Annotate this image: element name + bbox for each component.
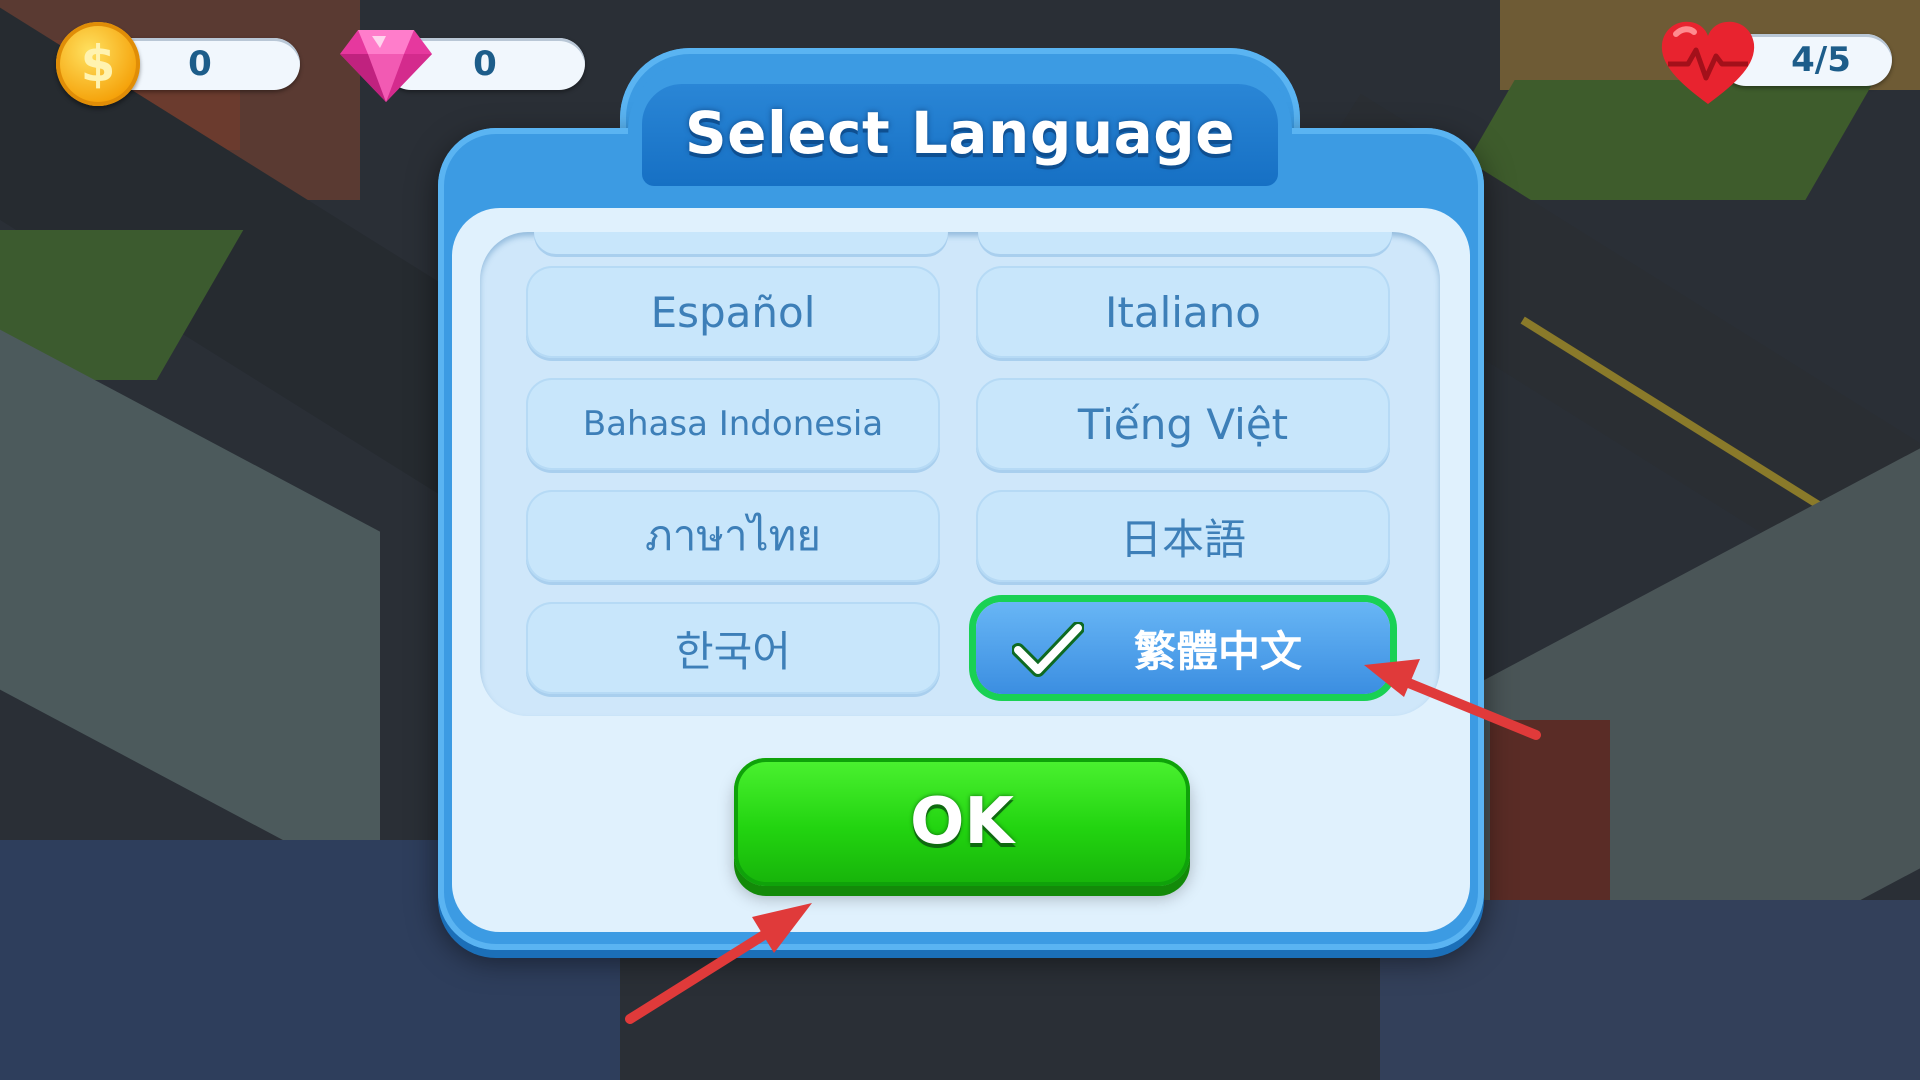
language-option-italiano[interactable]: Italiano (976, 266, 1390, 358)
language-label: 日本語 (1119, 514, 1246, 564)
language-option-korean[interactable]: 한국어 (526, 602, 940, 694)
gem-count: 0 (473, 44, 497, 84)
heart-icon (1661, 21, 1755, 105)
lives-count: 4/5 (1791, 40, 1851, 80)
ok-button[interactable]: OK (734, 758, 1190, 886)
stairs (1490, 720, 1610, 900)
ok-button-label: OK (910, 785, 1014, 859)
language-option-partial[interactable] (978, 232, 1392, 254)
coin-icon: $ (56, 22, 140, 106)
coin-count: 0 (188, 44, 212, 84)
language-list[interactable]: Español Italiano Bahasa Indonesia Tiếng … (480, 232, 1440, 716)
language-label: Español (650, 287, 816, 337)
language-option-bahasa-indonesia[interactable]: Bahasa Indonesia (526, 378, 940, 470)
language-label: Italiano (1105, 287, 1261, 337)
dialog-title: Select Language (684, 99, 1236, 167)
language-label: 한국어 (675, 626, 791, 676)
checkmark-icon (1012, 622, 1084, 677)
language-option-thai[interactable]: ภาษาไทย (526, 490, 940, 582)
language-label: 繁體中文 (1133, 626, 1302, 676)
language-option-espanol[interactable]: Español (526, 266, 940, 358)
gem-icon (340, 30, 432, 102)
language-option-traditional-chinese[interactable]: 繁體中文 (976, 602, 1390, 694)
language-label: Tiếng Việt (1077, 399, 1289, 449)
annotation-arrow (625, 903, 812, 1024)
language-label: ภาษาไทย (645, 511, 821, 560)
language-option-partial[interactable] (534, 232, 948, 254)
language-option-tieng-viet[interactable]: Tiếng Việt (976, 378, 1390, 470)
annotation-arrow (1364, 659, 1541, 740)
language-label: Bahasa Indonesia (582, 404, 884, 444)
language-option-japanese[interactable]: 日本語 (976, 490, 1390, 582)
